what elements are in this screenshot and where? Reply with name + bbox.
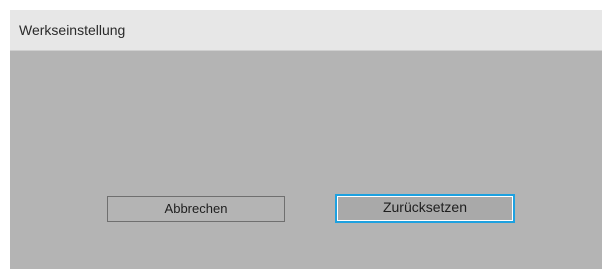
dialog-title-bar: Werkseinstellung [10,10,602,51]
cancel-button[interactable]: Abbrechen [107,196,285,222]
factory-reset-dialog: Werkseinstellung Abbrechen Zurücksetzen [10,10,602,269]
dialog-title: Werkseinstellung [19,22,126,38]
reset-button[interactable]: Zurücksetzen [335,194,515,223]
